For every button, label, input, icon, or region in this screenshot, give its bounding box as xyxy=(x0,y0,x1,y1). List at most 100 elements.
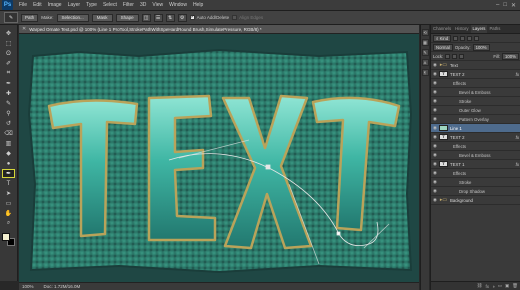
brush-panel-icon[interactable]: ✎ xyxy=(421,49,429,56)
zoom-level[interactable]: 100% xyxy=(22,284,34,289)
visibility-eye-icon[interactable]: ◉ xyxy=(431,98,439,104)
layer-row[interactable]: ◉ Pattern Overlay xyxy=(431,115,520,124)
layer-row[interactable]: ◉ Bevel & Emboss xyxy=(431,151,520,160)
shape-tool[interactable]: ▭ xyxy=(2,199,15,208)
visibility-eye-icon[interactable]: ◉ xyxy=(431,188,439,194)
document-tab[interactable]: ✕ Warped Ornate Text.psd @ 100% (Line 1 … xyxy=(19,25,419,34)
foreground-color-swatch[interactable] xyxy=(1,233,10,241)
properties-panel-icon[interactable]: ▦ xyxy=(421,39,429,46)
quick-select-tool[interactable]: ✐ xyxy=(2,59,15,68)
path-select-tool[interactable]: ➤ xyxy=(2,189,15,198)
visibility-eye-icon[interactable]: ◉ xyxy=(431,107,439,113)
menu-type[interactable]: Type xyxy=(83,2,100,8)
color-swatches[interactable] xyxy=(1,233,16,247)
document-canvas[interactable] xyxy=(19,34,419,282)
lock-position-icon[interactable] xyxy=(452,53,458,59)
layer-row[interactable]: ◉ Effects xyxy=(431,169,520,178)
visibility-eye-icon[interactable]: ◉ xyxy=(431,62,439,68)
new-group-icon[interactable]: ▭ xyxy=(498,283,502,289)
gradient-tool[interactable]: ▥ xyxy=(2,139,15,148)
menu-select[interactable]: Select xyxy=(100,2,120,8)
visibility-eye-icon[interactable]: ◉ xyxy=(431,179,439,185)
layer-row[interactable]: ◉ Drop Shadow xyxy=(431,187,520,196)
filter-shape-icon[interactable] xyxy=(474,35,480,41)
tab-history[interactable]: History xyxy=(453,25,470,33)
menu-help[interactable]: Help xyxy=(190,2,206,8)
add-style-icon[interactable]: fx xyxy=(486,284,490,289)
lasso-tool[interactable]: ʘ xyxy=(2,49,15,58)
filter-pixel-icon[interactable] xyxy=(453,35,459,41)
path-alignment-icon[interactable]: ☰ xyxy=(153,13,163,22)
align-edges-box[interactable] xyxy=(232,15,238,20)
blend-mode-select[interactable]: Normal xyxy=(433,43,453,51)
pen-tool[interactable]: ✒ xyxy=(2,169,15,178)
visibility-eye-icon[interactable]: ◉ xyxy=(431,152,439,158)
auto-add-delete-checkbox[interactable]: Auto Add/Delete xyxy=(189,14,229,20)
blur-tool[interactable]: ◆ xyxy=(2,149,15,158)
pen-mode-select[interactable]: Path xyxy=(21,13,39,22)
settings-gear-icon[interactable]: ⚙ xyxy=(177,13,187,22)
history-panel-icon[interactable]: ⟲ xyxy=(421,29,429,36)
tab-layers[interactable]: Layers xyxy=(470,25,488,33)
visibility-eye-icon[interactable]: ◉ xyxy=(431,116,439,122)
visibility-eye-icon[interactable]: ◉ xyxy=(431,161,439,167)
layer-row[interactable]: ◉ Bevel & Emboss xyxy=(431,88,520,97)
layer-row[interactable]: ◉ T TEXT 2 fx xyxy=(431,133,520,142)
layer-row[interactable]: ◉ T TEXT 2 fx xyxy=(431,70,520,79)
link-layers-icon[interactable]: ⛓ xyxy=(477,283,483,289)
layer-row[interactable]: ◉ Effects xyxy=(431,142,520,151)
visibility-eye-icon[interactable]: ◉ xyxy=(431,80,439,86)
crop-tool[interactable]: ⌗ xyxy=(2,69,15,78)
healing-tool[interactable]: ✚ xyxy=(2,89,15,98)
visibility-eye-icon[interactable]: ◉ xyxy=(431,89,439,95)
marquee-tool[interactable]: ⬚ xyxy=(2,39,15,48)
eyedropper-tool[interactable]: ✒ xyxy=(2,79,15,88)
close-icon[interactable]: ✕ xyxy=(511,2,516,9)
layer-row[interactable]: ◉ Effects xyxy=(431,79,520,88)
layer-kind-filter[interactable]: ⌕ Kind xyxy=(433,34,452,42)
maximize-icon[interactable]: □ xyxy=(503,2,507,9)
visibility-eye-icon[interactable]: ◉ xyxy=(431,125,439,131)
brush-tool[interactable]: ✎ xyxy=(2,99,15,108)
menu-filter[interactable]: Filter xyxy=(120,2,137,8)
menu-view[interactable]: View xyxy=(149,2,166,8)
move-tool[interactable]: ✥ xyxy=(2,29,15,38)
history-brush-tool[interactable]: ↺ xyxy=(2,119,15,128)
filter-type-icon[interactable] xyxy=(467,35,473,41)
fill-input[interactable]: 100% xyxy=(502,52,519,60)
add-mask-icon[interactable]: ◑ xyxy=(492,284,495,289)
lock-pixels-icon[interactable] xyxy=(445,53,451,59)
menu-window[interactable]: Window xyxy=(166,2,190,8)
paragraph-panel-icon[interactable]: ¶ xyxy=(421,69,429,76)
visibility-eye-icon[interactable]: ◉ xyxy=(431,170,439,176)
dodge-tool[interactable]: ● xyxy=(2,159,15,168)
menu-edit[interactable]: Edit xyxy=(30,2,45,8)
make-selection-button[interactable]: Selection... xyxy=(56,13,89,22)
layer-row[interactable]: ◉ Line 1 xyxy=(431,124,520,133)
filter-adjust-icon[interactable] xyxy=(460,35,466,41)
menu-layer[interactable]: Layer xyxy=(65,2,84,8)
delete-layer-icon[interactable]: 🗑 xyxy=(512,283,518,289)
minimize-icon[interactable]: – xyxy=(496,2,499,9)
layer-effects-icon[interactable]: fx xyxy=(516,72,519,77)
layer-row[interactable]: ◉ T TEXT 1 fx xyxy=(431,160,520,169)
type-tool[interactable]: T xyxy=(2,179,15,188)
tab-channels[interactable]: Channels xyxy=(431,25,453,33)
visibility-eye-icon[interactable]: ◉ xyxy=(431,197,439,203)
layer-row[interactable]: ◉ Stroke xyxy=(431,178,520,187)
visibility-eye-icon[interactable]: ◉ xyxy=(431,143,439,149)
tab-paths[interactable]: Paths xyxy=(487,25,502,33)
lock-all-icon[interactable] xyxy=(459,53,465,59)
close-document-icon[interactable]: ✕ xyxy=(22,26,26,32)
hand-tool[interactable]: ✋ xyxy=(2,209,15,218)
layer-row[interactable]: ◉ ▸▭ Background xyxy=(431,196,520,205)
make-mask-button[interactable]: Mask xyxy=(91,13,113,22)
path-operations-icon[interactable]: ◫ xyxy=(141,13,151,22)
menu-file[interactable]: File xyxy=(16,2,30,8)
align-edges-checkbox[interactable]: Align Edges xyxy=(232,15,263,20)
make-shape-button[interactable]: Shape xyxy=(115,13,139,22)
visibility-eye-icon[interactable]: ◉ xyxy=(431,71,439,77)
zoom-tool[interactable]: ⌕ xyxy=(2,219,15,228)
tool-preset-picker[interactable]: ✎ xyxy=(4,12,18,23)
layer-effects-icon[interactable]: fx xyxy=(516,162,519,167)
